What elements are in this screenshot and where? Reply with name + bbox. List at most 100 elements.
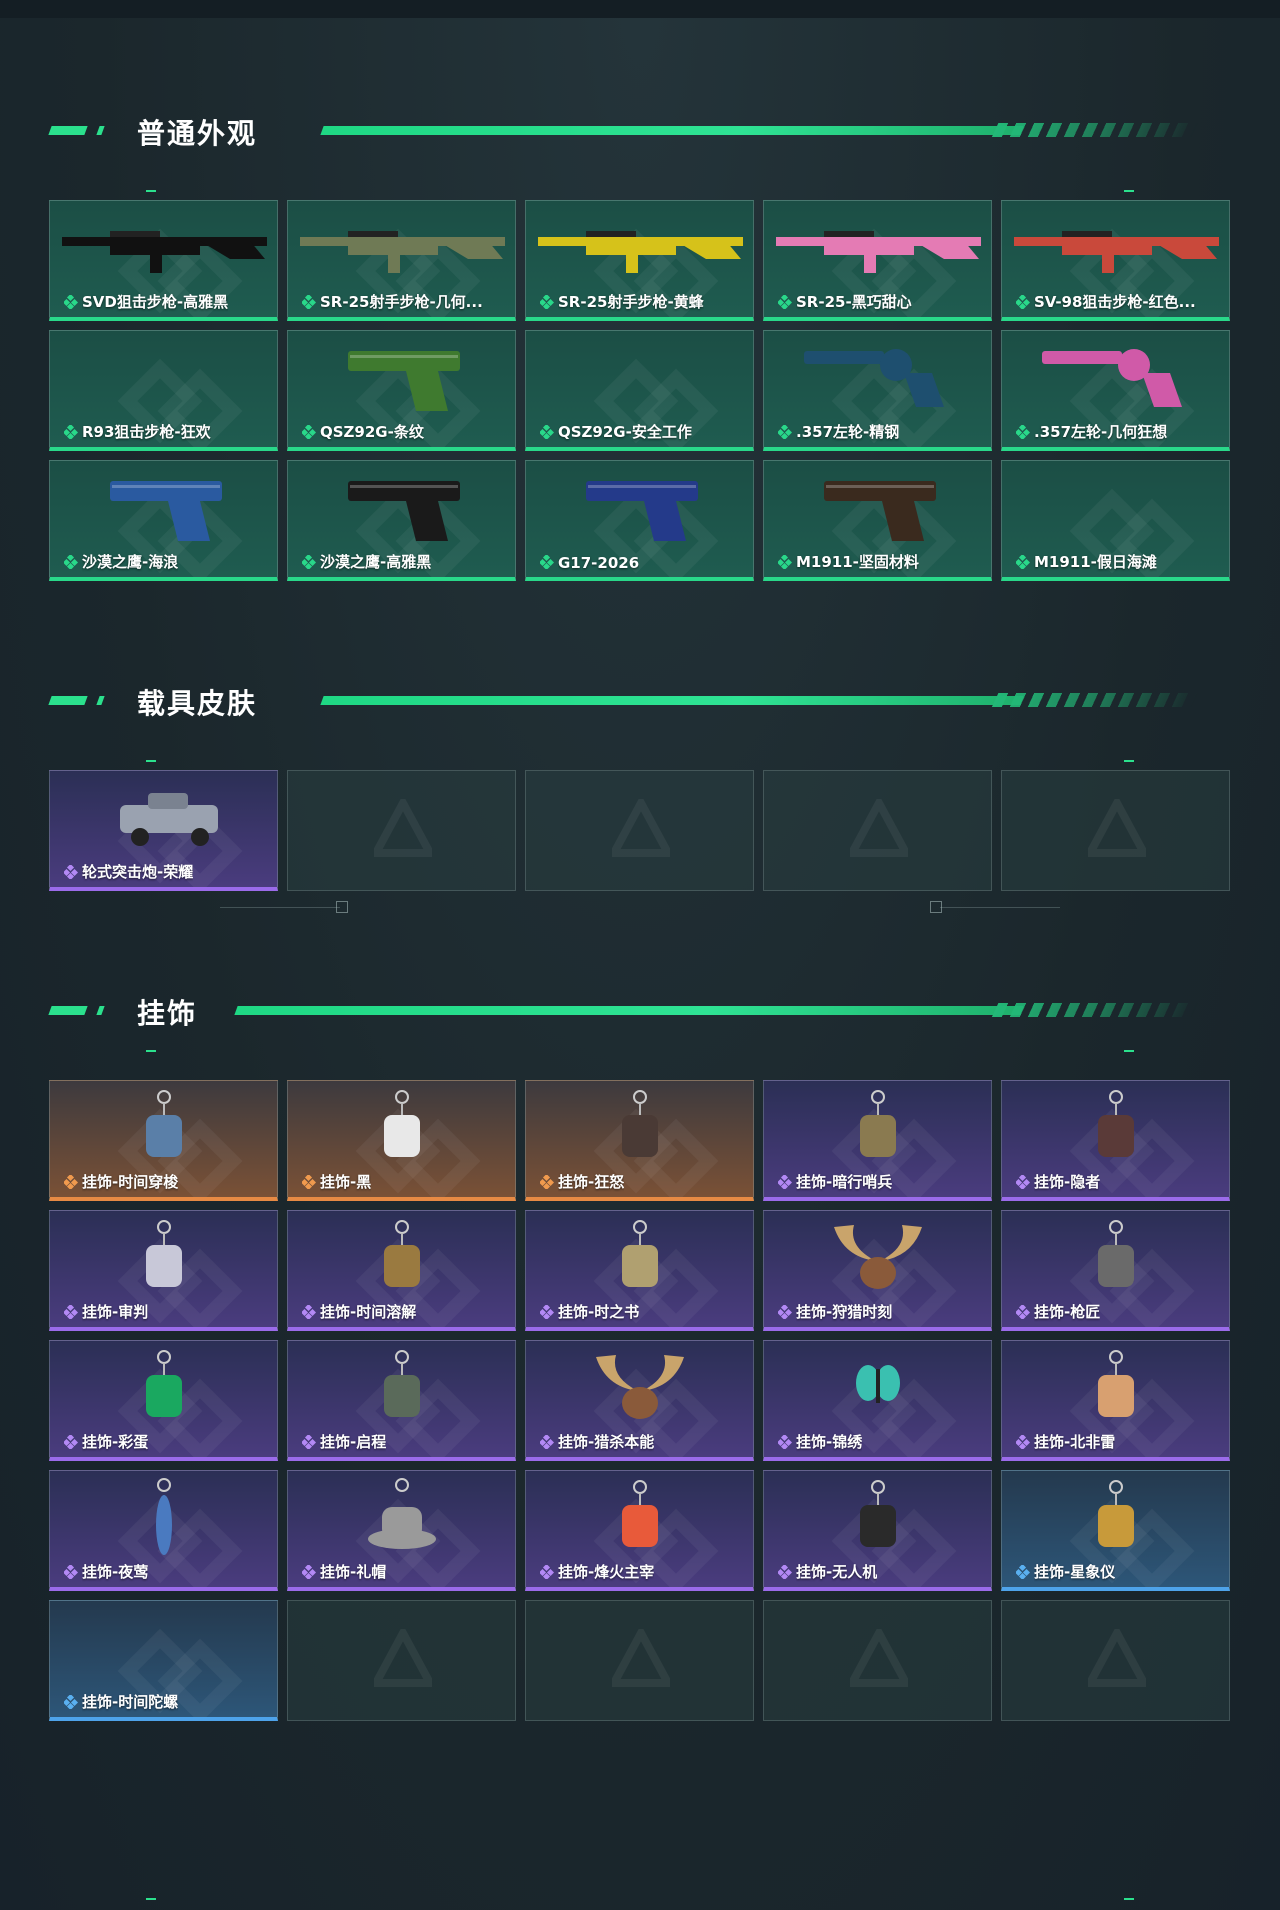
item-card[interactable]: SV-98狙击步枪-红色... (1001, 200, 1230, 321)
item-card[interactable]: 挂饰-狂怒 (525, 1080, 754, 1201)
empty-slot (525, 1600, 754, 1721)
placeholder-logo-icon (850, 1629, 908, 1687)
item-card[interactable]: 挂饰-无人机 (763, 1470, 992, 1591)
rarity-diamond-icon (540, 555, 554, 569)
empty-slot (763, 1600, 992, 1721)
item-card[interactable]: 挂饰-时间陀螺 (49, 1600, 278, 1721)
rarity-diamond-icon (540, 1305, 554, 1319)
rarity-diamond-icon (1016, 1435, 1030, 1449)
item-card[interactable]: SVD狙击步枪-高雅黑 (49, 200, 278, 321)
header-line (234, 1006, 1024, 1015)
empty-slot (1001, 770, 1230, 891)
item-card[interactable]: 挂饰-暗行哨兵 (763, 1080, 992, 1201)
rifle-icon (62, 231, 267, 273)
item-card[interactable]: 挂饰-彩蛋 (49, 1340, 278, 1461)
item-label: 挂饰-时之书 (558, 1303, 640, 1321)
section-title: 普通外观 (137, 117, 258, 150)
item-card[interactable]: SR-25-黑巧甜心 (763, 200, 992, 321)
section-header: 挂饰 (0, 988, 1280, 1030)
item-card[interactable]: R93狙击步枪-狂欢 (49, 330, 278, 451)
rarity-diamond-icon (1016, 555, 1030, 569)
item-label: 挂饰-锦绣 (796, 1433, 863, 1451)
item-card[interactable]: 挂饰-黑 (287, 1080, 516, 1201)
section-title: 挂饰 (137, 997, 198, 1030)
item-label: 挂饰-无人机 (796, 1563, 878, 1581)
divider-line (220, 907, 340, 908)
rarity-diamond-icon (64, 425, 78, 439)
item-card[interactable]: M1911-坚固材料 (763, 460, 992, 581)
charm-icon (146, 1220, 182, 1287)
item-card[interactable]: 挂饰-时之书 (525, 1210, 754, 1331)
item-card[interactable]: 挂饰-审判 (49, 1210, 278, 1331)
header-checker (991, 693, 1199, 707)
item-label: 挂饰-暗行哨兵 (796, 1173, 893, 1191)
item-label: 挂饰-礼帽 (320, 1563, 387, 1581)
item-card[interactable]: 挂饰-枪匠 (1001, 1210, 1230, 1331)
item-card[interactable]: .357左轮-几何狂想 (1001, 330, 1230, 451)
item-card[interactable]: 挂饰-星象仪 (1001, 1470, 1230, 1591)
empty-slot (1001, 1600, 1230, 1721)
item-card[interactable]: 挂饰-夜莺 (49, 1470, 278, 1591)
divider-line (940, 907, 1060, 908)
pistol-icon (110, 481, 222, 541)
item-card[interactable]: G17-2026 (525, 460, 754, 581)
butterfly-icon (856, 1365, 900, 1403)
item-card[interactable]: M1911-假日海滩 (1001, 460, 1230, 581)
item-card[interactable]: 挂饰-隐者 (1001, 1080, 1230, 1201)
item-card[interactable]: QSZ92G-安全工作 (525, 330, 754, 451)
item-card[interactable]: SR-25射手步枪-黄蜂 (525, 200, 754, 321)
rifle-icon (538, 231, 743, 273)
item-label: 沙漠之鹰-海浪 (82, 553, 179, 571)
item-label: 挂饰-时间陀螺 (82, 1693, 179, 1711)
item-label: 沙漠之鹰-高雅黑 (320, 553, 432, 571)
item-card[interactable]: 轮式突击炮-荣耀 (49, 770, 278, 891)
rarity-diamond-icon (302, 295, 316, 309)
item-label: 挂饰-彩蛋 (82, 1433, 149, 1451)
charm-icon (622, 1480, 658, 1547)
item-card[interactable]: 挂饰-烽火主宰 (525, 1470, 754, 1591)
item-card[interactable]: 挂饰-北非雷 (1001, 1340, 1230, 1461)
item-card[interactable]: 挂饰-时间溶解 (287, 1210, 516, 1331)
item-card[interactable]: SR-25射手步枪-几何... (287, 200, 516, 321)
item-card[interactable]: 沙漠之鹰-海浪 (49, 460, 278, 581)
item-label: 挂饰-黑 (320, 1173, 372, 1191)
header-dash (48, 1006, 88, 1015)
section-title: 载具皮肤 (137, 687, 258, 720)
item-card[interactable]: 挂饰-礼帽 (287, 1470, 516, 1591)
rifle-icon (776, 231, 981, 273)
rarity-diamond-icon (1016, 1305, 1030, 1319)
charm-icon (860, 1480, 896, 1547)
rarity-diamond-icon (1016, 1175, 1030, 1189)
charm-icon (1098, 1480, 1134, 1547)
rarity-diamond-icon (64, 865, 78, 879)
corner-mark (146, 760, 156, 762)
charm-icon (622, 1090, 658, 1157)
rarity-diamond-icon (302, 1305, 316, 1319)
corner-mark (146, 1050, 156, 1052)
item-label: 挂饰-时间溶解 (320, 1303, 417, 1321)
header-line (320, 696, 1024, 705)
rarity-diamond-icon (540, 1435, 554, 1449)
item-card[interactable]: 挂饰-狩猎时刻 (763, 1210, 992, 1331)
antler-icon (834, 1225, 922, 1289)
header-dash (96, 126, 105, 135)
item-card[interactable]: 挂饰-启程 (287, 1340, 516, 1461)
charm-icon (146, 1090, 182, 1157)
section-header: 载具皮肤 (0, 678, 1280, 720)
rarity-diamond-icon (64, 1695, 78, 1709)
item-card[interactable]: .357左轮-精钢 (763, 330, 992, 451)
item-label: 挂饰-星象仪 (1034, 1563, 1116, 1581)
item-label: QSZ92G-条纹 (320, 423, 424, 441)
item-card[interactable]: 挂饰-时间穿梭 (49, 1080, 278, 1201)
item-card[interactable]: 挂饰-猎杀本能 (525, 1340, 754, 1461)
item-card[interactable]: QSZ92G-条纹 (287, 330, 516, 451)
charm-icon (384, 1220, 420, 1287)
divider-square (336, 901, 348, 913)
item-card[interactable]: 挂饰-锦绣 (763, 1340, 992, 1461)
rarity-diamond-icon (540, 1175, 554, 1189)
item-label: 轮式突击炮-荣耀 (82, 863, 194, 881)
item-card[interactable]: 沙漠之鹰-高雅黑 (287, 460, 516, 581)
header-dash (96, 1006, 105, 1015)
charm-icon (1098, 1220, 1134, 1287)
charm-icon (622, 1220, 658, 1287)
